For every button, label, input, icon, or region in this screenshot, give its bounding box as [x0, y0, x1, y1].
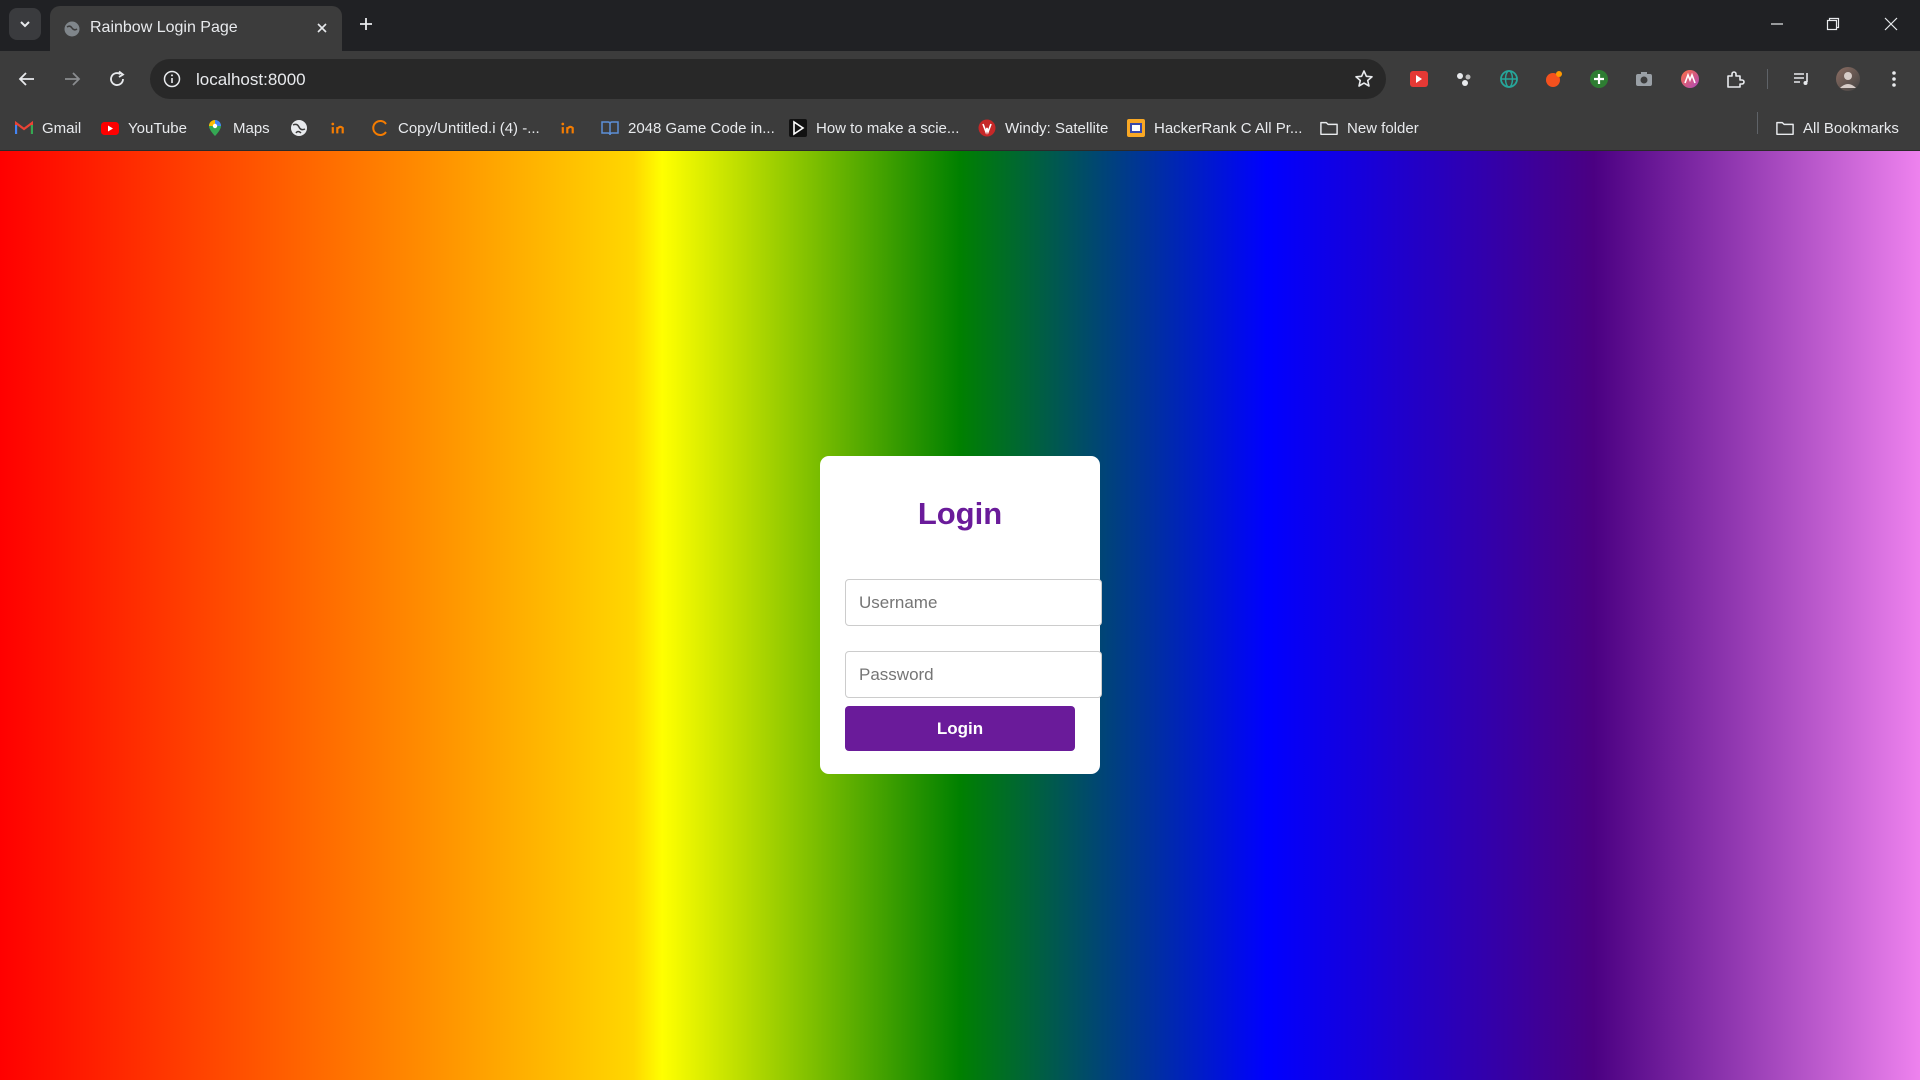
arrow-left-icon: [18, 72, 34, 86]
username-input[interactable]: [845, 579, 1102, 626]
close-window-button[interactable]: [1869, 8, 1913, 40]
loading-arc-icon: [371, 119, 389, 137]
bookmark-hackerrank[interactable]: HackerRank C All Pr...: [1127, 117, 1302, 139]
dots-extension-icon[interactable]: [1452, 67, 1476, 91]
restore-icon: [1826, 17, 1840, 31]
browser-window: Rainbow Login Page localhost:8000 Gmail …: [0, 0, 1920, 1080]
bookmark-gmail[interactable]: Gmail: [15, 117, 81, 139]
url-text[interactable]: localhost:8000: [196, 70, 306, 90]
login-card: Login Login: [820, 456, 1102, 774]
bookmarks-separator: [1757, 112, 1758, 134]
reload-icon: [110, 70, 125, 86]
login-button[interactable]: Login: [845, 706, 1075, 751]
gmail-icon: [15, 119, 33, 137]
address-bar[interactable]: localhost:8000: [150, 59, 1386, 99]
tab-close-button[interactable]: [310, 16, 334, 40]
in-icon: [561, 119, 579, 137]
bookmark-globe[interactable]: [290, 117, 317, 139]
in-icon: [331, 119, 349, 137]
windy-icon: [978, 119, 996, 137]
bookmark-maps[interactable]: Maps: [206, 117, 270, 139]
info-icon: [163, 70, 181, 88]
globe-icon: [290, 119, 308, 137]
folder-icon: [1320, 119, 1338, 137]
orange-extension-icon[interactable]: [1542, 67, 1566, 91]
chevron-down-icon: [20, 21, 30, 28]
arrow-right-icon: [65, 72, 81, 86]
close-icon: [317, 23, 327, 33]
youtube-icon: [101, 119, 119, 137]
profile-avatar[interactable]: [1835, 66, 1861, 92]
video-icon: [789, 119, 807, 137]
hackerrank-icon: [1127, 119, 1145, 137]
page-viewport: Login Login: [0, 151, 1920, 1080]
toolbar-separator: [1767, 69, 1768, 89]
minimize-icon: [1771, 23, 1783, 25]
star-icon: [1355, 70, 1373, 87]
tab-title: Rainbow Login Page: [90, 19, 238, 36]
site-info-button[interactable]: [160, 67, 184, 91]
red-play-extension-icon[interactable]: [1407, 67, 1431, 91]
plus-icon: [360, 18, 372, 30]
globe-favicon-icon: [64, 21, 80, 37]
restore-button[interactable]: [1811, 8, 1855, 40]
forward-button[interactable]: [56, 63, 88, 95]
tab-search-button[interactable]: [9, 8, 41, 40]
bookmark-in-1[interactable]: [331, 117, 358, 139]
menu-kebab-icon[interactable]: [1882, 67, 1906, 91]
new-tab-button[interactable]: [352, 10, 380, 38]
tab-strip: Rainbow Login Page: [0, 0, 1920, 51]
teal-globe-extension-icon[interactable]: [1497, 67, 1521, 91]
folder-icon: [1776, 119, 1794, 137]
bookmarks-bar: Gmail YouTube Maps Copy/Untitled.i (4) -…: [0, 107, 1920, 151]
bookmark-youtube[interactable]: YouTube: [101, 117, 187, 139]
login-title: Login: [917, 496, 1003, 531]
back-button[interactable]: [11, 63, 43, 95]
bookmark-copy-untitled[interactable]: Copy/Untitled.i (4) -...: [371, 117, 540, 139]
bookmark-new-folder[interactable]: New folder: [1320, 117, 1419, 139]
camera-extension-icon[interactable]: [1632, 67, 1656, 91]
password-input[interactable]: [845, 651, 1102, 698]
bookmark-star-button[interactable]: [1352, 67, 1376, 91]
toolbar: localhost:8000: [0, 51, 1920, 107]
minimize-button[interactable]: [1755, 8, 1799, 40]
puzzle-icon[interactable]: [1723, 67, 1747, 91]
green-plus-extension-icon[interactable]: [1587, 67, 1611, 91]
ai-extension-icon[interactable]: [1678, 67, 1702, 91]
tab-active[interactable]: Rainbow Login Page: [50, 6, 342, 51]
reload-button[interactable]: [101, 63, 133, 95]
all-bookmarks[interactable]: All Bookmarks: [1776, 117, 1899, 139]
bookmark-2048-game[interactable]: 2048 Game Code in...: [601, 117, 775, 139]
close-icon: [1884, 17, 1898, 31]
book-icon: [601, 119, 619, 137]
media-control-icon[interactable]: [1790, 67, 1814, 91]
bookmark-how-to-make[interactable]: How to make a scie...: [789, 117, 959, 139]
bookmark-in-2[interactable]: [561, 117, 588, 139]
bookmark-windy[interactable]: Windy: Satellite: [978, 117, 1108, 139]
maps-icon: [206, 119, 224, 137]
